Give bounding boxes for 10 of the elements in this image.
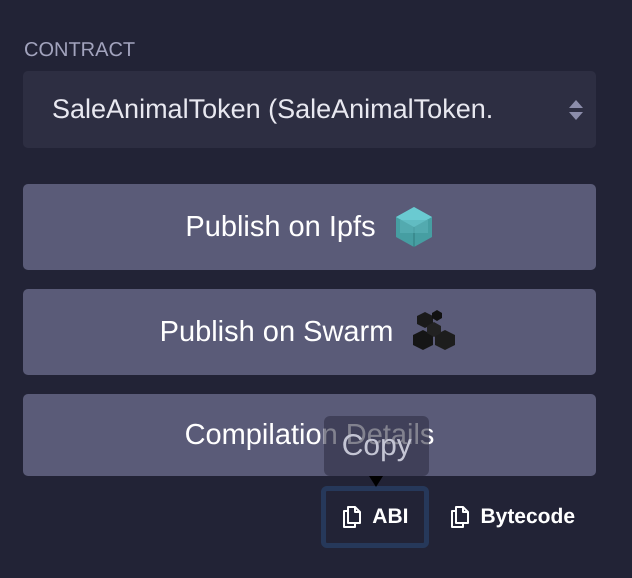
copy-icon [342,505,362,529]
pointer-icon [369,476,384,487]
contract-select[interactable]: SaleAnimalToken (SaleAnimalToken. [23,71,596,148]
publish-button[interactable]: Publish on Swarm [23,289,596,375]
sort-arrows-icon [568,98,584,120]
copy-button[interactable]: ABI [321,486,430,548]
publish-button[interactable]: Publish on Ipfs [23,184,596,270]
copy-icon [450,505,470,529]
cube-logo-icon [394,205,434,249]
contract-label: CONTRACT [24,38,136,62]
